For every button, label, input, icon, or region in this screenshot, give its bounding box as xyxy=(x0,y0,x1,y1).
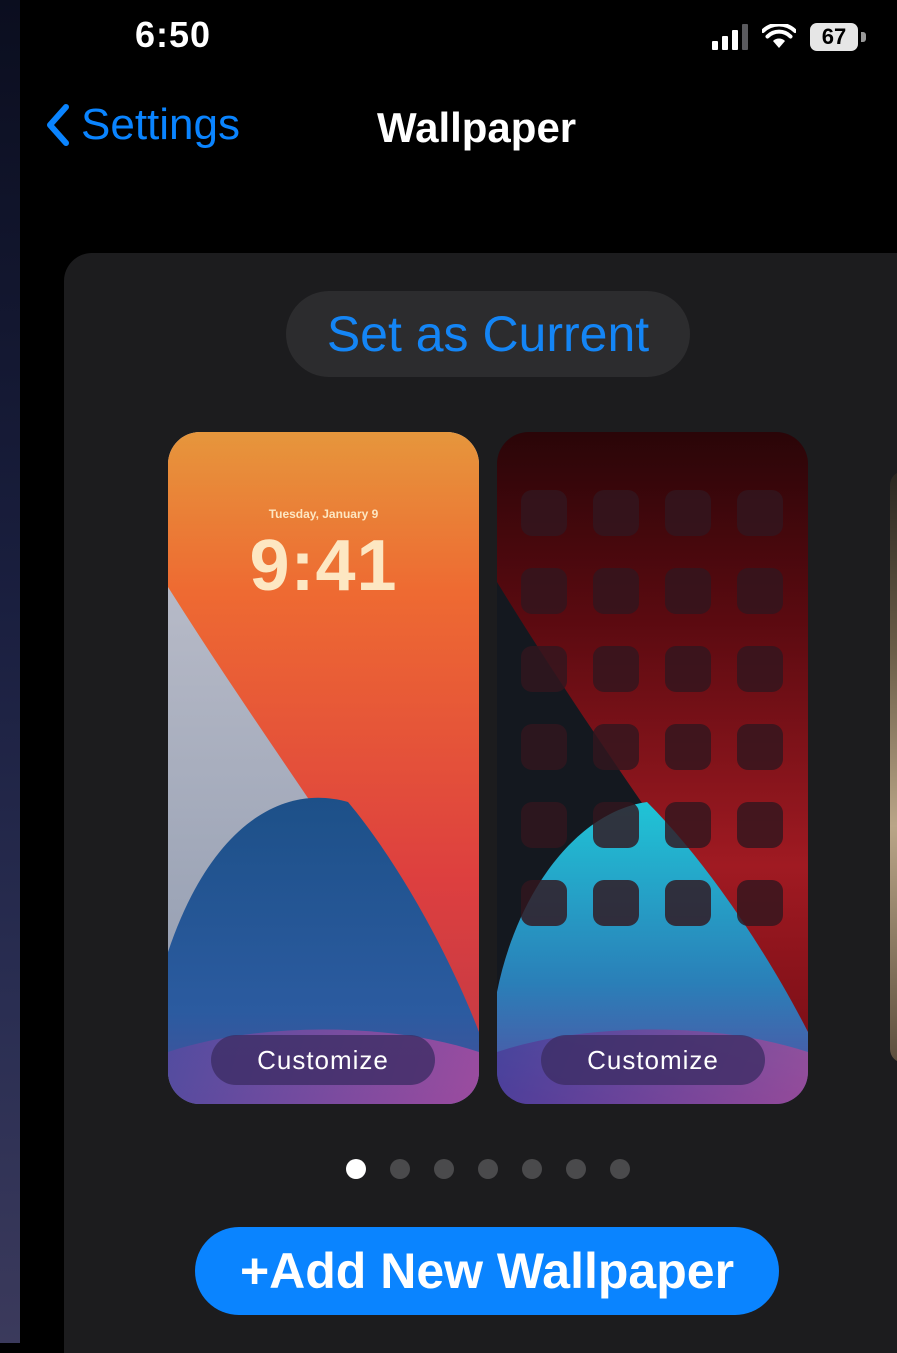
next-wallpaper-peek[interactable] xyxy=(890,471,897,1063)
lock-screen-preview[interactable]: Tuesday, January 9 9:41 Customize xyxy=(168,432,479,1104)
customize-home-screen-button[interactable]: Customize xyxy=(541,1035,765,1085)
app-icon-grid xyxy=(521,490,783,926)
lock-screen-time: 9:41 xyxy=(249,526,398,606)
battery-level: 67 xyxy=(810,23,858,51)
page-dot[interactable] xyxy=(478,1159,498,1179)
app-icon-placeholder xyxy=(521,802,567,848)
page-dot[interactable] xyxy=(522,1159,542,1179)
page-title: Wallpaper xyxy=(377,104,577,151)
app-icon-placeholder xyxy=(737,880,783,926)
set-as-current-button[interactable]: Set as Current xyxy=(286,291,690,377)
back-button[interactable]: Settings xyxy=(45,100,240,150)
app-icon-placeholder xyxy=(665,880,711,926)
app-icon-placeholder xyxy=(593,880,639,926)
app-icon-placeholder xyxy=(665,646,711,692)
app-icon-placeholder xyxy=(737,802,783,848)
page-dot[interactable] xyxy=(566,1159,586,1179)
app-icon-placeholder xyxy=(737,646,783,692)
page-dot[interactable] xyxy=(610,1159,630,1179)
back-button-label: Settings xyxy=(81,100,240,149)
background-edge xyxy=(0,0,20,1343)
app-icon-placeholder xyxy=(665,490,711,536)
status-time: 6:50 xyxy=(135,14,212,55)
battery-icon: 67 xyxy=(810,23,866,51)
app-icon-placeholder xyxy=(521,880,567,926)
customize-lock-screen-button[interactable]: Customize xyxy=(211,1035,435,1085)
app-icon-placeholder xyxy=(737,568,783,614)
app-icon-placeholder xyxy=(593,802,639,848)
wallpaper-pair-card: Set as Current Tuesday, January 9 9:41 C… xyxy=(64,253,897,1353)
app-icon-placeholder xyxy=(593,724,639,770)
page-dot[interactable] xyxy=(434,1159,454,1179)
app-icon-placeholder xyxy=(665,568,711,614)
page-indicator[interactable] xyxy=(346,1159,630,1179)
lock-screen-date: Tuesday, January 9 xyxy=(268,507,379,521)
app-icon-placeholder xyxy=(521,490,567,536)
app-icon-placeholder xyxy=(521,724,567,770)
status-indicators: 67 xyxy=(712,20,866,54)
chevron-left-icon xyxy=(47,104,69,146)
app-icon-placeholder xyxy=(665,802,711,848)
app-icon-placeholder xyxy=(737,724,783,770)
page-dot[interactable] xyxy=(346,1159,366,1179)
app-icon-placeholder xyxy=(737,490,783,536)
wallpaper-settings-screen: 6:50 67 Settings Wallpaper Set as Curren… xyxy=(20,0,897,1353)
app-icon-placeholder xyxy=(521,568,567,614)
add-new-wallpaper-button[interactable]: +Add New Wallpaper xyxy=(195,1227,779,1315)
home-screen-preview[interactable]: Customize xyxy=(497,432,808,1104)
cellular-signal-icon xyxy=(712,24,748,50)
app-icon-placeholder xyxy=(593,646,639,692)
page-dot[interactable] xyxy=(390,1159,410,1179)
wifi-icon xyxy=(762,24,796,48)
app-icon-placeholder xyxy=(593,490,639,536)
app-icon-placeholder xyxy=(665,724,711,770)
app-icon-placeholder xyxy=(593,568,639,614)
app-icon-placeholder xyxy=(521,646,567,692)
